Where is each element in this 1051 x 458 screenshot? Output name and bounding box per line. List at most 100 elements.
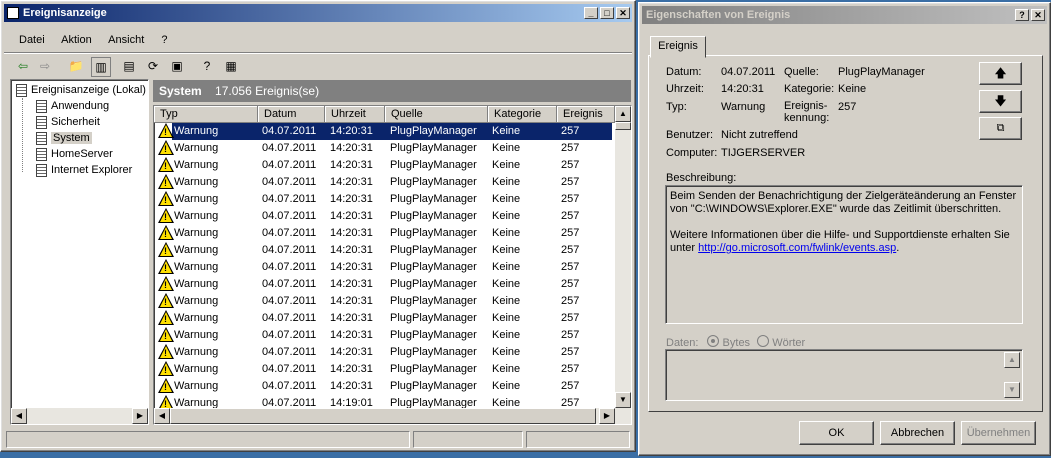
column-ereignis[interactable]: Ereignis	[557, 106, 615, 123]
menu-datei[interactable]: Datei	[19, 34, 45, 46]
label-uhrzeit: Uhrzeit:	[666, 83, 704, 95]
log-icon	[36, 147, 47, 161]
table-row[interactable]: ! Warnung 04.07.2011 14:20:31 PlugPlayManage…	[158, 123, 612, 140]
back-icon[interactable]: ⇦	[14, 57, 32, 75]
properties-icon[interactable]: ▤	[120, 57, 138, 75]
prev-event-button[interactable]: 🡅	[979, 62, 1022, 85]
table-row[interactable]: ! Warnung 04.07.2011 14:20:31 PlugPlayManage…	[154, 242, 606, 259]
cell-kategorie: Keine	[492, 244, 521, 256]
event-properties-dialog: Eigenschaften von Ereignis ? ✕ Ereignis …	[638, 2, 1051, 456]
scroll-down-icon[interactable]: ▼	[1004, 382, 1020, 398]
scroll-left-icon[interactable]: ◀	[11, 408, 27, 424]
next-event-button[interactable]: 🡇	[979, 90, 1022, 113]
cell-datum: 04.07.2011	[262, 142, 317, 154]
scroll-right-icon[interactable]: ▶	[132, 408, 148, 424]
cell-kategorie: Keine	[492, 227, 521, 239]
cell-uhrzeit: 14:20:31	[330, 380, 373, 392]
cell-uhrzeit: 14:20:31	[330, 312, 373, 324]
up-folder-icon[interactable]: 📁	[67, 57, 85, 75]
tree-root-label: Ereignisanzeige (Lokal)	[31, 84, 146, 96]
tree-item-internet-explorer[interactable]: Internet Explorer	[36, 162, 132, 178]
table-row[interactable]: ! Warnung 04.07.2011 14:20:31 PlugPlayManage…	[154, 293, 606, 310]
log-icon	[36, 131, 47, 145]
tree-item-anwendung[interactable]: Anwendung	[36, 98, 109, 114]
scroll-thumb[interactable]	[170, 408, 596, 424]
tree-root[interactable]: Ereignisanzeige (Lokal)	[16, 82, 146, 98]
cell-ereignis: 257	[561, 295, 580, 307]
column-typ[interactable]: Typ	[154, 106, 258, 123]
scroll-left-icon[interactable]: ◀	[154, 408, 170, 424]
menu-ansicht[interactable]: Ansicht	[108, 34, 144, 46]
tree-item-system[interactable]: System	[36, 130, 92, 146]
column-uhrzeit[interactable]: Uhrzeit	[325, 106, 385, 123]
maximize-button[interactable]: □	[600, 7, 614, 19]
radio-woerter[interactable]: Wörter	[757, 335, 805, 349]
column-datum[interactable]: Datum	[258, 106, 325, 123]
tab-ereignis[interactable]: Ereignis	[650, 36, 706, 58]
table-row[interactable]: ! Warnung 04.07.2011 14:20:31 PlugPlayManage…	[154, 259, 606, 276]
cell-uhrzeit: 14:20:31	[330, 176, 373, 188]
event-viewer-titlebar[interactable]: Ereignisanzeige _ □ ✕	[4, 4, 632, 22]
tree-hscrollbar[interactable]: ◀ ▶	[11, 408, 148, 424]
scroll-down-icon[interactable]: ▼	[615, 392, 631, 408]
tree-item-sicherheit[interactable]: Sicherheit	[36, 114, 100, 130]
cell-ereignis: 257	[561, 329, 580, 341]
table-row[interactable]: ! Warnung 04.07.2011 14:20:31 PlugPlayManage…	[154, 140, 606, 157]
close-button[interactable]: ✕	[1031, 9, 1045, 21]
table-row[interactable]: ! Warnung 04.07.2011 14:20:31 PlugPlayManage…	[154, 174, 606, 191]
refresh-icon[interactable]: ⟳	[144, 57, 162, 75]
minimize-button[interactable]: _	[584, 7, 598, 19]
data-box[interactable]: ▲ ▼	[665, 349, 1023, 401]
computer-icon	[16, 83, 27, 97]
cancel-button[interactable]: Abbrechen	[880, 421, 955, 445]
scroll-right-icon[interactable]: ▶	[599, 408, 615, 424]
data-row: Daten: Bytes Wörter	[666, 335, 805, 349]
menu-aktion[interactable]: Aktion	[61, 34, 92, 46]
show-hide-tree-icon[interactable]: ▥	[91, 57, 111, 77]
radio-bytes[interactable]: Bytes	[707, 335, 753, 349]
table-row[interactable]: ! Warnung 04.07.2011 14:20:31 PlugPlayManage…	[154, 276, 606, 293]
event-viewer-window: Ereignisanzeige _ □ ✕ Datei Aktion Ansic…	[0, 0, 636, 452]
tree-item-homeserver[interactable]: HomeServer	[36, 146, 113, 162]
cell-uhrzeit: 14:20:31	[330, 346, 373, 358]
apply-button[interactable]: Übernehmen	[961, 421, 1036, 445]
cell-typ: Warnung	[174, 312, 219, 324]
menu-help[interactable]: ?	[161, 34, 167, 46]
cell-typ: Warnung	[174, 346, 219, 358]
cell-uhrzeit: 14:20:31	[330, 227, 373, 239]
table-row[interactable]: ! Warnung 04.07.2011 14:20:31 PlugPlayManage…	[154, 310, 606, 327]
table-row[interactable]: ! Warnung 04.07.2011 14:20:31 PlugPlayManage…	[154, 361, 606, 378]
properties-titlebar[interactable]: Eigenschaften von Ereignis ? ✕	[642, 6, 1047, 24]
table-row[interactable]: ! Warnung 04.07.2011 14:20:31 PlugPlayManage…	[154, 327, 606, 344]
table-row[interactable]: ! Warnung 04.07.2011 14:20:31 PlugPlayManage…	[154, 208, 606, 225]
list-vscrollbar[interactable]: ▲ ▼	[615, 106, 631, 408]
table-row[interactable]: ! Warnung 04.07.2011 14:20:31 PlugPlayManage…	[154, 378, 606, 395]
table-row[interactable]: ! Warnung 04.07.2011 14:20:31 PlugPlayManage…	[154, 191, 606, 208]
help-icon[interactable]: ?	[198, 57, 216, 75]
help-button[interactable]: ?	[1015, 9, 1029, 21]
console-icon[interactable]: ▦	[222, 57, 240, 75]
scroll-up-icon[interactable]: ▲	[615, 106, 631, 122]
scroll-thumb[interactable]	[615, 122, 631, 130]
copy-button[interactable]: ⧉	[979, 117, 1022, 140]
close-button[interactable]: ✕	[616, 7, 630, 19]
forward-icon[interactable]: ⇨	[36, 57, 54, 75]
ok-button[interactable]: OK	[799, 421, 874, 445]
table-row[interactable]: ! Warnung 04.07.2011 14:20:31 PlugPlayManage…	[154, 225, 606, 242]
list-hscrollbar[interactable]: ◀ ▶	[154, 408, 631, 424]
cell-ereignis: 257	[561, 159, 580, 171]
description-box[interactable]: Beim Senden der Benachrichtigung der Zie…	[665, 185, 1023, 324]
warning-icon: !	[158, 327, 174, 342]
export-list-icon[interactable]: ▣	[168, 57, 186, 75]
description-end: .	[896, 242, 900, 254]
description-link[interactable]: http://go.microsoft.com/fwlink/events.as…	[698, 242, 896, 254]
column-kategorie[interactable]: Kategorie	[488, 106, 557, 123]
cell-datum: 04.07.2011	[262, 193, 317, 205]
tree-pane: Ereignisanzeige (Lokal) Anwendung Sicher…	[10, 79, 149, 425]
scroll-up-icon[interactable]: ▲	[1004, 352, 1020, 368]
cell-ereignis: 257	[561, 227, 580, 239]
properties-title: Eigenschaften von Ereignis	[646, 9, 791, 21]
table-row[interactable]: ! Warnung 04.07.2011 14:20:31 PlugPlayManage…	[154, 344, 606, 361]
table-row[interactable]: ! Warnung 04.07.2011 14:20:31 PlugPlayManage…	[154, 157, 606, 174]
column-quelle[interactable]: Quelle	[385, 106, 488, 123]
